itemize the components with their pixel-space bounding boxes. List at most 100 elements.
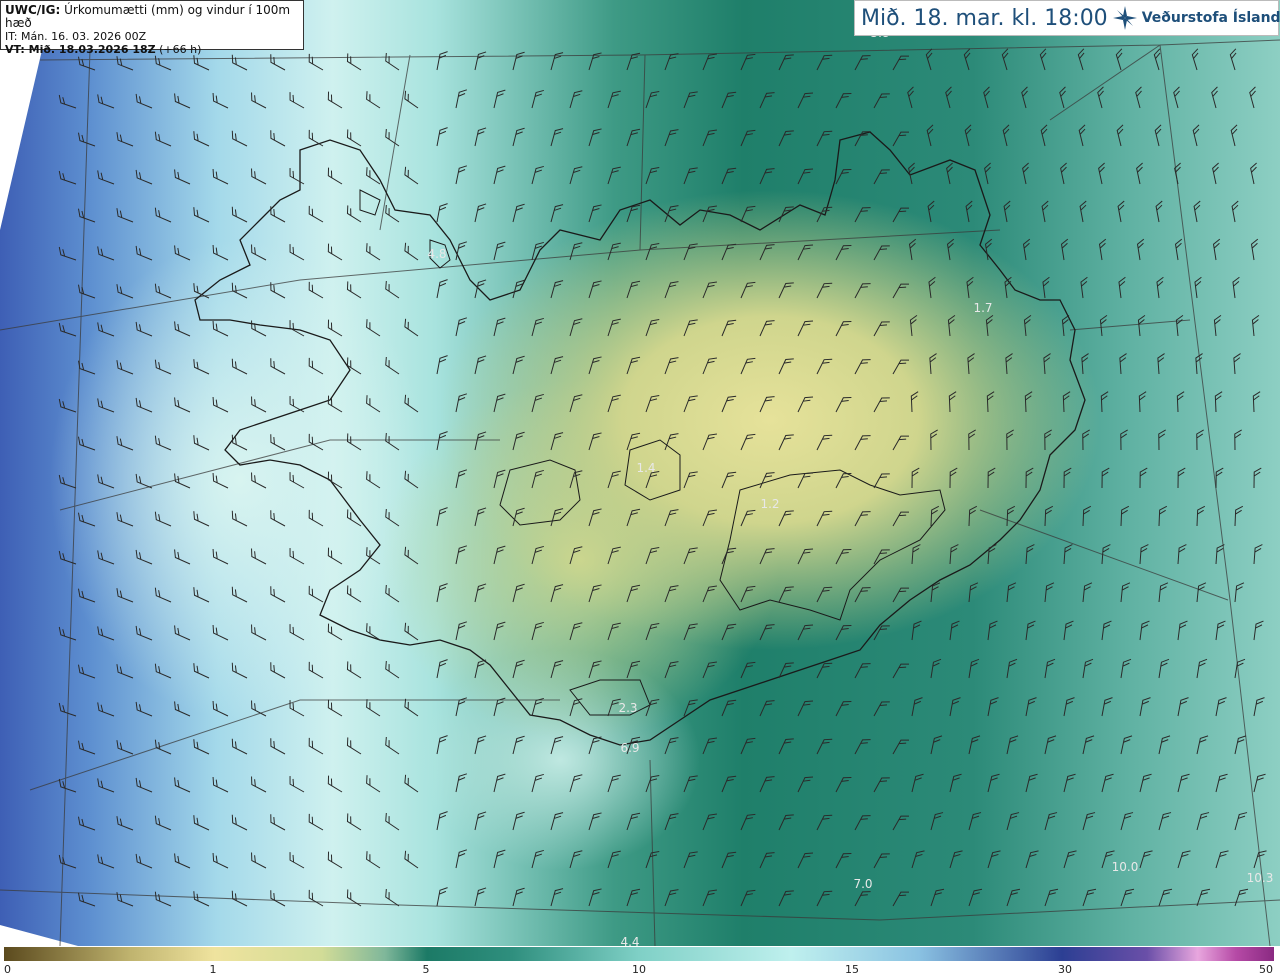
wind-barb	[873, 397, 890, 413]
wind-barb	[174, 169, 191, 185]
wind-barb	[1196, 658, 1208, 679]
colorbar-tick: 0	[4, 963, 11, 976]
wind-barb	[270, 434, 286, 451]
wind-barb	[1044, 658, 1056, 679]
wind-barb	[892, 815, 909, 831]
wind-barb	[854, 55, 871, 71]
wind-barb	[968, 658, 980, 679]
wind-barb	[797, 852, 814, 869]
wind-barb	[97, 246, 115, 261]
wind-barb	[474, 811, 487, 831]
wind-barb	[1215, 773, 1228, 793]
wind-barb	[58, 94, 77, 109]
wind-barb	[968, 888, 983, 907]
wind-barb	[116, 664, 134, 679]
wind-barb	[270, 54, 286, 71]
wind-barb	[965, 200, 973, 223]
wind-barb	[308, 205, 324, 223]
wind-barb	[740, 661, 756, 679]
wind-barb	[251, 92, 267, 109]
wind-barb	[346, 53, 362, 71]
wind-barb	[1234, 582, 1245, 603]
wind-barb	[436, 583, 448, 603]
wind-barb	[907, 86, 914, 109]
wind-barb	[721, 167, 737, 185]
wind-barb	[588, 888, 602, 907]
wind-barb	[909, 314, 918, 337]
wind-barb	[664, 813, 679, 831]
wind-barb	[116, 56, 134, 71]
wind-barb	[308, 661, 324, 679]
valid-time-banner: Mið. 18. mar. kl. 18:00 Veðurstofa Íslan…	[854, 0, 1280, 36]
wind-barb	[251, 244, 267, 261]
wind-barb	[854, 207, 871, 223]
wind-barb	[327, 471, 343, 489]
wind-barb	[873, 853, 890, 869]
wind-barb	[588, 812, 602, 831]
wind-barb	[835, 320, 852, 337]
wind-barb	[1098, 162, 1105, 185]
contour-label: 10.3	[1247, 871, 1274, 885]
wind-barb	[1080, 276, 1088, 299]
wind-barb	[778, 434, 794, 451]
wind-barb	[193, 55, 210, 71]
wind-barb	[58, 170, 77, 185]
projection-edge-bottom-left	[0, 925, 78, 946]
wind-barb	[531, 621, 544, 641]
glacier-outlines	[359, 189, 946, 716]
wind-barb	[854, 511, 871, 527]
map-overlay: 5.84.81.71.41.22.36.910.010.37.04.4	[0, 26, 1280, 946]
wind-barb	[926, 124, 934, 147]
wind-barb	[985, 314, 994, 337]
wind-barb	[588, 508, 602, 527]
init-time: IT: Mán. 16. 03. 2026 00Z	[5, 30, 147, 43]
wind-barb	[740, 281, 756, 299]
wind-barb	[1098, 238, 1107, 261]
wind-barb	[174, 777, 191, 793]
wind-barb	[721, 471, 737, 489]
wind-barb	[987, 773, 1000, 793]
wind-barb	[910, 391, 919, 413]
wind-barb	[474, 431, 487, 451]
wind-barb	[251, 472, 267, 489]
wind-barb	[873, 321, 890, 337]
wind-barb	[702, 737, 717, 755]
wind-barb	[97, 854, 115, 869]
wind-barb	[816, 586, 833, 603]
wind-barb	[683, 851, 698, 869]
wind-barb	[569, 394, 583, 413]
wind-barb	[645, 622, 660, 641]
wind-barb	[759, 700, 775, 717]
wind-barb	[1234, 658, 1246, 679]
wind-barb	[873, 473, 890, 489]
wind-barb	[174, 473, 191, 489]
wind-barb	[797, 320, 814, 337]
wind-barb	[1232, 276, 1240, 299]
wind-barb	[135, 777, 153, 793]
wind-barb	[569, 850, 583, 869]
wind-barb	[346, 357, 362, 375]
vedurstofa-logo[interactable]: Veðurstofa Íslands	[1112, 5, 1280, 31]
wind-barb	[569, 90, 583, 109]
wind-barb	[154, 283, 172, 299]
contour-label: 7.0	[853, 877, 872, 891]
wind-barb	[154, 359, 172, 375]
wind-barb	[1213, 314, 1222, 337]
wind-barb	[949, 850, 963, 869]
wind-barb	[436, 127, 448, 147]
wind-barb	[1063, 773, 1076, 793]
wind-barb	[436, 51, 448, 71]
wind-barb	[436, 355, 448, 375]
wind-barb	[911, 620, 922, 641]
wind-barb	[588, 660, 602, 679]
wind-barb	[493, 241, 506, 261]
wind-barb	[702, 53, 717, 71]
wind-barb	[968, 582, 979, 603]
wind-barb	[911, 544, 921, 565]
wind-barb	[1097, 86, 1104, 109]
wind-barb	[251, 852, 267, 869]
wind-barb	[816, 434, 833, 451]
wind-barb	[174, 93, 191, 109]
wind-barb	[740, 509, 756, 527]
wind-barb	[1120, 582, 1131, 603]
